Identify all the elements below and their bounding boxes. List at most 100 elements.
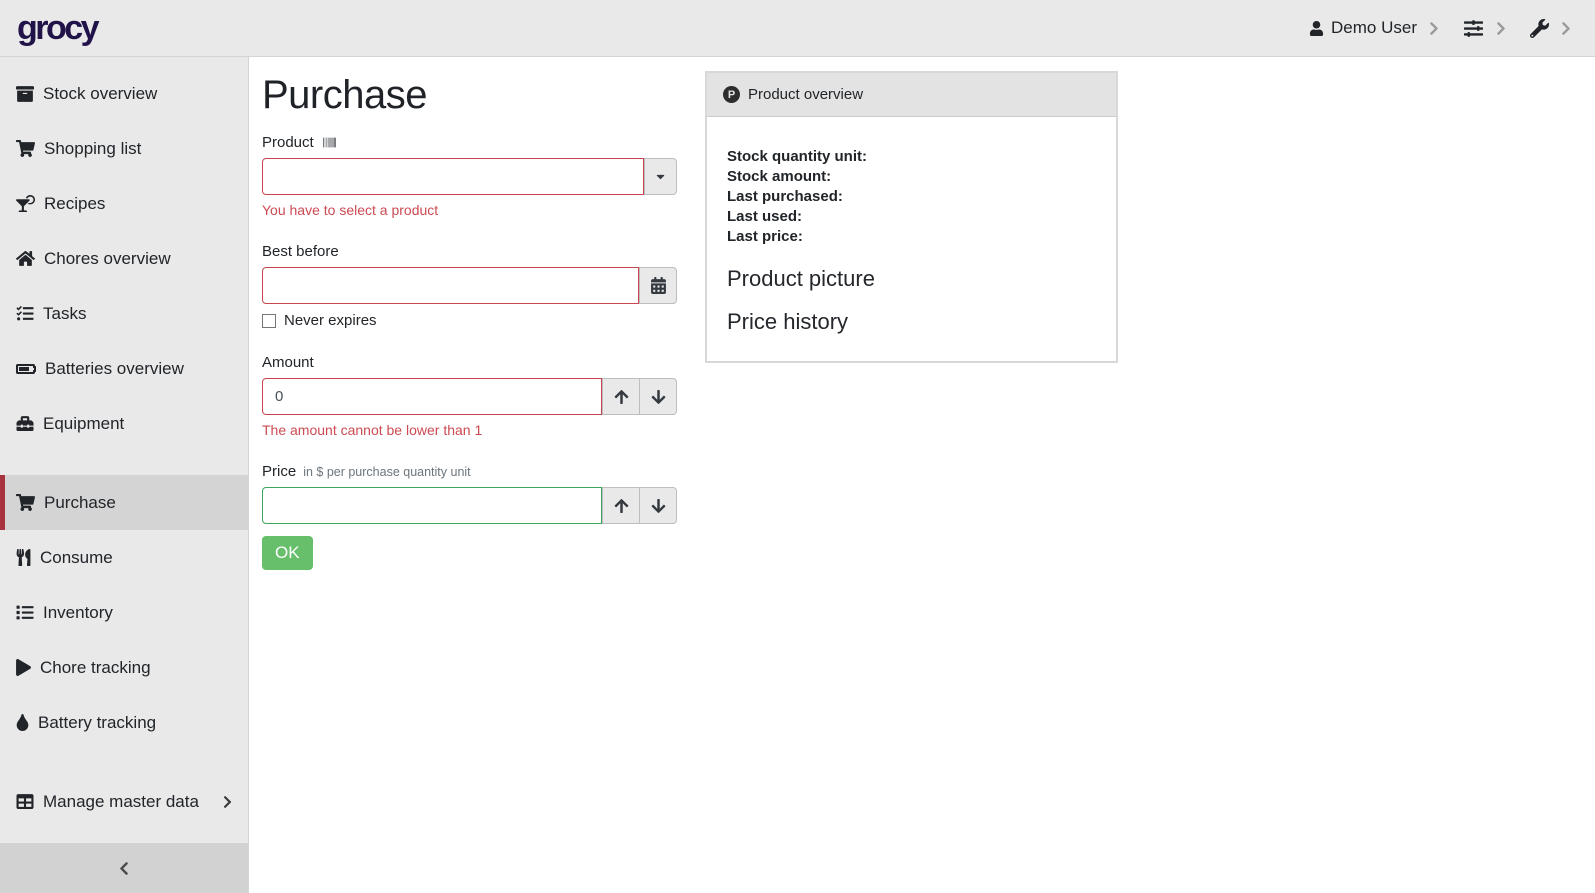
stock-quantity-unit-label: Stock quantity unit: — [727, 147, 1096, 167]
sidebar-item-recipes[interactable]: Recipes — [0, 176, 248, 231]
best-before-form-group: Best before Never expires — [262, 243, 677, 329]
sidebar-item-label: Consume — [40, 546, 113, 569]
chevron-right-icon — [223, 795, 232, 809]
product-dropdown-button[interactable] — [644, 158, 677, 195]
price-increment-button[interactable] — [602, 487, 640, 524]
price-form-group: Price in $ per purchase quantity unit — [262, 463, 677, 524]
home-icon — [16, 250, 35, 267]
price-history-heading: Price history — [727, 309, 1096, 335]
best-before-label: Best before — [262, 243, 339, 260]
sidebar-item-label: Tasks — [43, 302, 86, 325]
product-overview-title: Product overview — [748, 86, 863, 103]
sidebar: Stock overview Shopping list Recipes Cho… — [0, 57, 249, 893]
product-input[interactable] — [262, 158, 644, 195]
arrow-down-icon — [651, 498, 666, 514]
ok-button[interactable]: OK — [262, 536, 313, 570]
sidebar-item-label: Battery tracking — [38, 711, 156, 734]
arrow-down-icon — [651, 389, 666, 405]
product-overview-card: P Product overview Stock quantity unit: … — [705, 71, 1118, 363]
sliders-icon — [1463, 19, 1484, 38]
amount-label: Amount — [262, 354, 314, 371]
calendar-icon — [651, 277, 666, 294]
chevron-right-icon — [1429, 21, 1439, 36]
never-expires-checkbox[interactable] — [262, 314, 276, 328]
sidebar-item-label: Shopping list — [44, 137, 141, 160]
sidebar-item-label: Chores overview — [44, 247, 171, 270]
play-icon — [16, 659, 31, 676]
product-overview-header: P Product overview — [707, 73, 1116, 117]
sidebar-item-label: Stock overview — [43, 82, 157, 105]
calendar-button[interactable] — [639, 267, 677, 304]
stock-amount-label: Stock amount: — [727, 167, 1096, 187]
sidebar-collapse-button[interactable] — [0, 843, 248, 893]
sidebar-item-stock-overview[interactable]: Stock overview — [0, 66, 248, 121]
product-overview-body: Stock quantity unit: Stock amount: Last … — [707, 117, 1116, 361]
user-icon — [1309, 21, 1324, 36]
best-before-input[interactable] — [262, 267, 639, 304]
product-error-text: You have to select a product — [262, 202, 677, 218]
wrench-icon — [1530, 19, 1549, 38]
sidebar-item-label: Manage master data — [43, 790, 199, 813]
amount-increment-button[interactable] — [602, 378, 640, 415]
user-menu[interactable]: Demo User — [1309, 18, 1417, 38]
sidebar-item-label: Purchase — [44, 491, 116, 514]
sidebar-item-label: Inventory — [43, 601, 113, 624]
top-navbar: grocy Demo User — [0, 0, 1595, 57]
amount-input[interactable] — [262, 378, 602, 415]
grocy-logo[interactable]: grocy — [17, 11, 97, 45]
barcode-icon — [321, 136, 338, 149]
cocktail-icon — [16, 195, 35, 212]
price-decrement-button[interactable] — [639, 487, 677, 524]
battery-icon — [16, 361, 36, 377]
utensils-icon — [16, 549, 31, 566]
sidebar-item-battery-tracking[interactable]: Battery tracking — [0, 695, 248, 750]
shopping-cart-icon — [16, 140, 35, 157]
chevron-right-icon — [1496, 21, 1506, 36]
amount-decrement-button[interactable] — [639, 378, 677, 415]
list-icon — [16, 604, 34, 621]
settings-sliders-button[interactable] — [1463, 19, 1484, 38]
user-name: Demo User — [1331, 18, 1417, 38]
archive-box-icon — [16, 85, 34, 103]
main-content: Purchase Product You have to select a pr… — [250, 57, 1595, 584]
product-form-group: Product You have to select a product — [262, 134, 677, 218]
shopping-cart-icon — [16, 494, 35, 511]
caret-down-icon — [656, 170, 665, 183]
chevron-right-icon — [1561, 21, 1571, 36]
sidebar-item-chores-overview[interactable]: Chores overview — [0, 231, 248, 286]
never-expires-label: Never expires — [284, 312, 377, 329]
sidebar-item-inventory[interactable]: Inventory — [0, 585, 248, 640]
tint-icon — [16, 714, 29, 731]
sidebar-item-purchase[interactable]: Purchase — [0, 475, 248, 530]
toolbox-icon — [16, 415, 34, 432]
purchase-form: Purchase Product You have to select a pr… — [262, 71, 677, 570]
sidebar-item-label: Batteries overview — [45, 357, 184, 380]
last-price-label: Last price: — [727, 227, 1096, 247]
sidebar-item-label: Recipes — [44, 192, 105, 215]
sidebar-item-equipment[interactable]: Equipment — [0, 396, 248, 451]
tasks-icon — [16, 305, 34, 322]
table-icon — [16, 793, 34, 810]
product-p-circle-icon: P — [723, 86, 740, 103]
product-picture-heading: Product picture — [727, 266, 1096, 292]
chevron-left-icon — [119, 861, 129, 876]
sidebar-item-consume[interactable]: Consume — [0, 530, 248, 585]
last-purchased-label: Last purchased: — [727, 187, 1096, 207]
amount-error-text: The amount cannot be lower than 1 — [262, 422, 677, 438]
price-input[interactable] — [262, 487, 602, 524]
sidebar-item-label: Equipment — [43, 412, 124, 435]
admin-wrench-button[interactable] — [1530, 19, 1549, 38]
sidebar-item-shopping-list[interactable]: Shopping list — [0, 121, 248, 176]
sidebar-item-manage-master-data[interactable]: Manage master data — [0, 774, 248, 829]
arrow-up-icon — [614, 389, 629, 405]
price-label: Price — [262, 463, 296, 480]
product-label: Product — [262, 134, 314, 151]
price-hint: in $ per purchase quantity unit — [303, 465, 470, 479]
sidebar-item-tasks[interactable]: Tasks — [0, 286, 248, 341]
page-title: Purchase — [262, 73, 677, 118]
sidebar-item-label: Chore tracking — [40, 656, 151, 679]
sidebar-item-batteries-overview[interactable]: Batteries overview — [0, 341, 248, 396]
last-used-label: Last used: — [727, 207, 1096, 227]
sidebar-item-chore-tracking[interactable]: Chore tracking — [0, 640, 248, 695]
arrow-up-icon — [614, 498, 629, 514]
